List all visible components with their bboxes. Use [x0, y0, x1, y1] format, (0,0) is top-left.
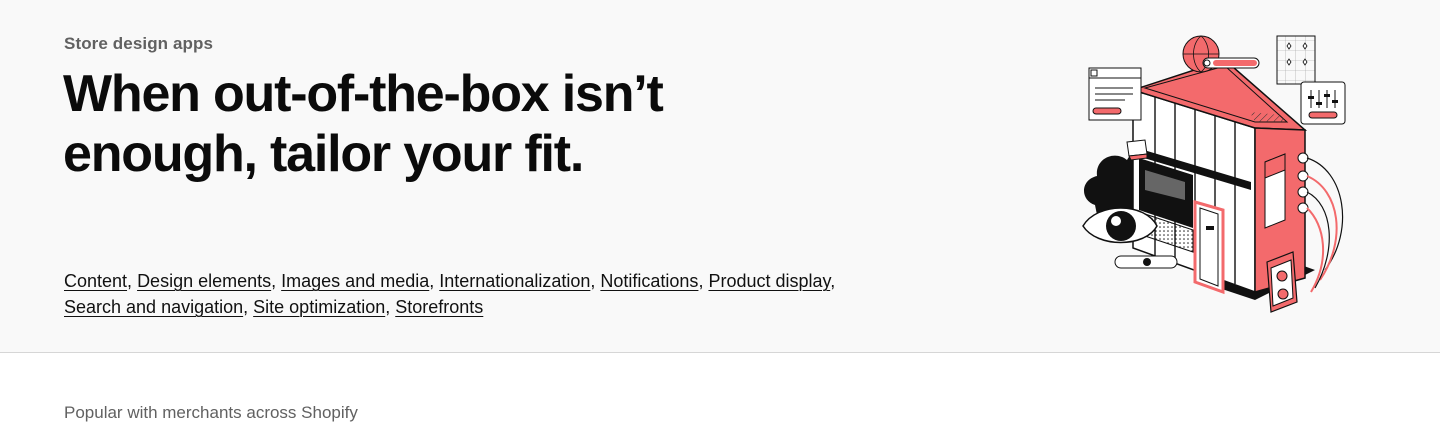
hero-section: Store design apps When out-of-the-box is… [0, 0, 1440, 353]
category-link-site-optimization[interactable]: Site optimization [253, 297, 385, 317]
category-link-product-display[interactable]: Product display [708, 271, 830, 291]
category-link-search-and-navigation[interactable]: Search and navigation [64, 297, 243, 317]
category-link-list: Content, Design elements, Images and med… [64, 271, 836, 317]
page-title: When out-of-the-box isn’t enough, tailor… [63, 65, 664, 183]
category-link-images-and-media[interactable]: Images and media [281, 271, 429, 291]
category-link-design-elements[interactable]: Design elements [137, 271, 271, 291]
section-eyebrow: Store design apps [64, 34, 214, 53]
storefront-illustration [1082, 35, 1346, 313]
category-link-internationalization[interactable]: Internationalization [439, 271, 590, 291]
category-link-content[interactable]: Content [64, 271, 127, 291]
category-link-storefronts[interactable]: Storefronts [395, 297, 483, 317]
category-link-notifications[interactable]: Notifications [600, 271, 698, 291]
popular-section-label: Popular with merchants across Shopify [64, 403, 358, 422]
